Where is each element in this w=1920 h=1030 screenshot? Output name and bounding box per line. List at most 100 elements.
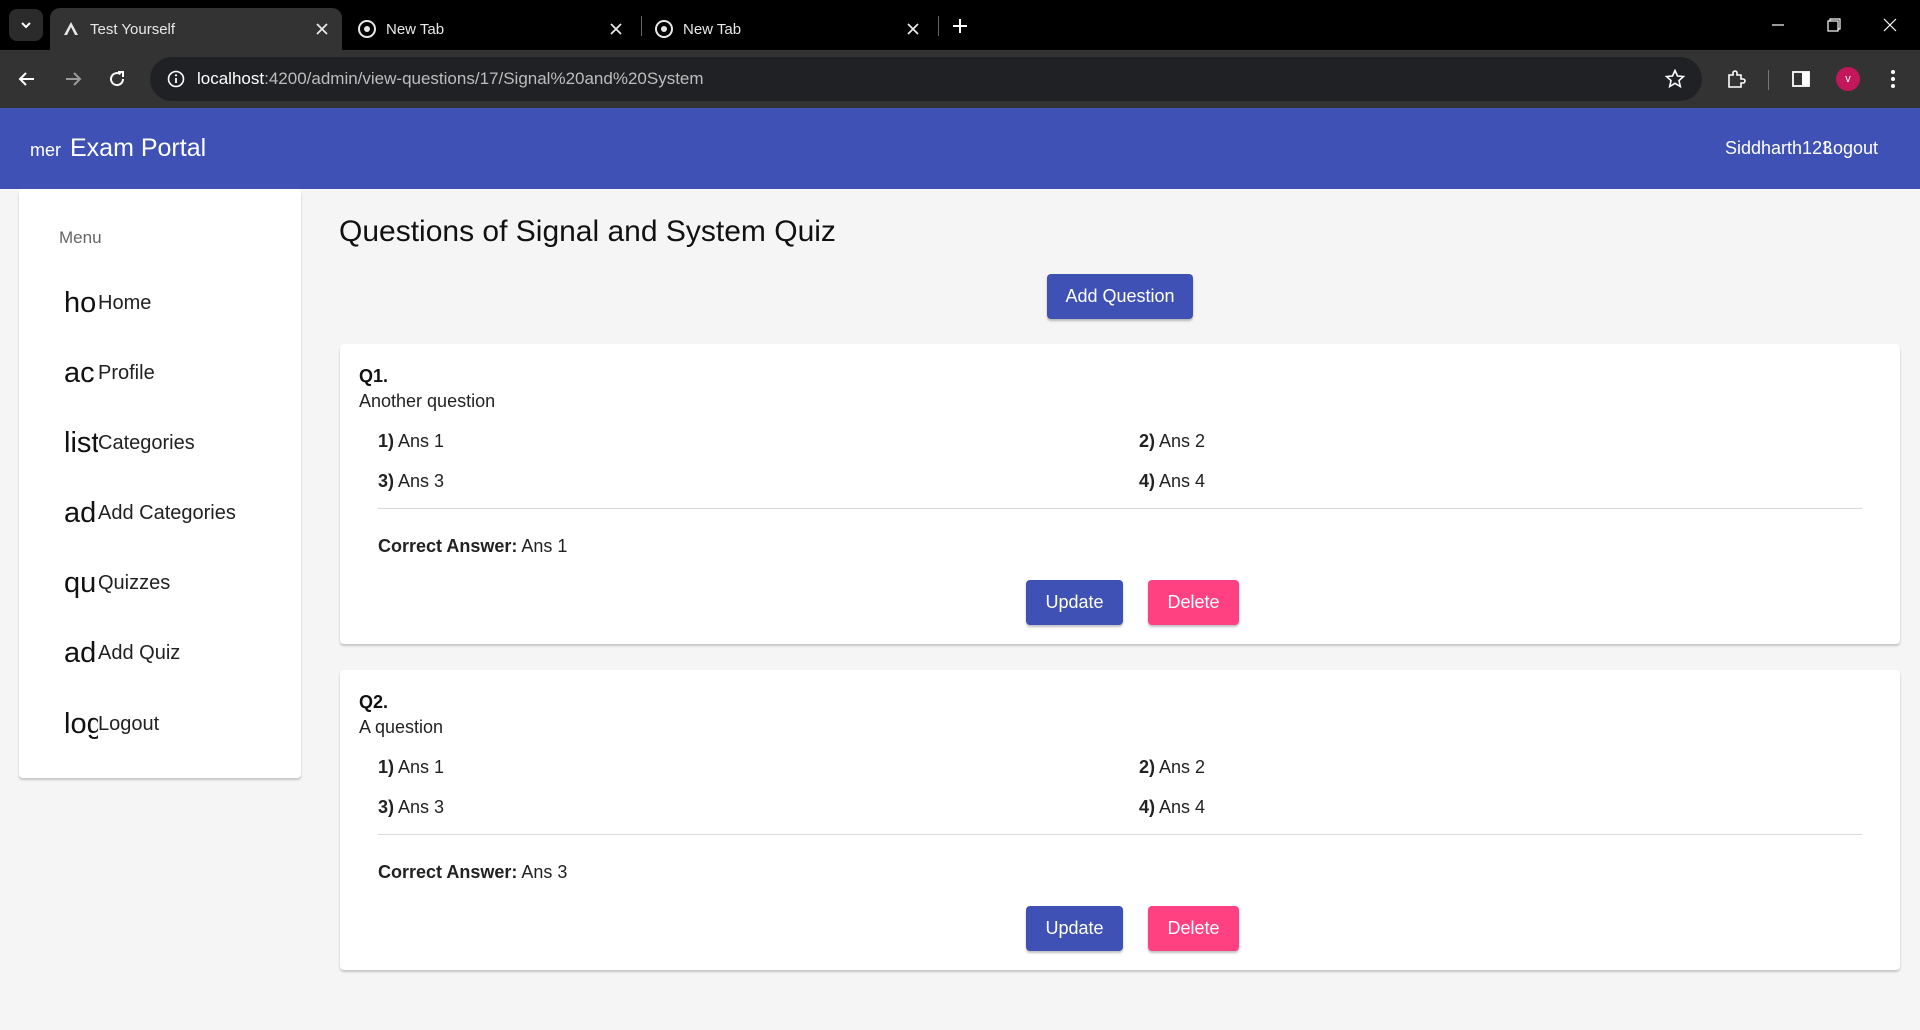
- minimize-icon: [1772, 24, 1784, 26]
- username-link[interactable]: Siddharth123: [1725, 138, 1832, 159]
- option-number: 2): [1139, 757, 1156, 777]
- option-2: 2) Ans 2: [1139, 431, 1205, 452]
- option-2: 2) Ans 2: [1139, 757, 1205, 778]
- tab-separator: [938, 16, 939, 36]
- plus-icon: [953, 19, 967, 33]
- minimize-button[interactable]: [1750, 0, 1806, 50]
- address-bar[interactable]: localhost:4200/admin/view-questions/17/S…: [150, 57, 1702, 101]
- url-host: localhost: [197, 69, 265, 88]
- option-number: 2): [1139, 431, 1156, 451]
- question-text: A question: [359, 717, 444, 737]
- menu-icon[interactable]: mer: [30, 140, 61, 161]
- sidebar-item-home[interactable]: ho Home: [64, 283, 294, 323]
- question-number: Q2.: [359, 692, 389, 712]
- sidebar-item-label: Categories: [98, 431, 195, 454]
- tab-search-button[interactable]: [9, 9, 43, 41]
- app-header: mer Exam Portal Siddharth123 Logout: [0, 108, 1920, 189]
- home-icon: ho: [64, 286, 97, 319]
- arrow-right-icon: [66, 72, 82, 86]
- option-number: 1): [378, 757, 395, 777]
- account-icon: ac: [64, 356, 95, 389]
- tab-title: New Tab: [683, 20, 742, 38]
- sidebar-item-label: Quizzes: [98, 571, 171, 594]
- close-window-button[interactable]: [1862, 0, 1918, 50]
- delete-button[interactable]: Delete: [1148, 906, 1239, 951]
- new-tab-button[interactable]: [946, 12, 974, 40]
- close-icon: [1883, 18, 1897, 32]
- sidebar-item-logout[interactable]: log Logout: [64, 704, 294, 744]
- update-button[interactable]: Update: [1026, 906, 1123, 951]
- site-info-icon[interactable]: [165, 68, 187, 90]
- tab-title: New Tab: [386, 20, 445, 38]
- url-text: localhost:4200/admin/view-questions/17/S…: [197, 69, 704, 89]
- restore-icon: [1827, 18, 1841, 32]
- correct-answer-label: Correct Answer:: [378, 536, 518, 556]
- sidebar-item-label: Add Quiz: [98, 641, 181, 664]
- sidebar-item-label: Add Categories: [98, 501, 236, 524]
- option-1: 1) Ans 1: [378, 757, 444, 778]
- browser-menu-button[interactable]: [1876, 62, 1910, 96]
- sidebar-item-categories[interactable]: list Categories: [64, 423, 294, 463]
- close-icon[interactable]: [312, 19, 332, 39]
- option-number: 1): [378, 431, 395, 451]
- sidebar-item-add-categories[interactable]: ad Add Categories: [64, 493, 294, 533]
- option-text: Ans 4: [1159, 797, 1206, 817]
- quiz-icon: qu: [64, 566, 97, 599]
- forward-button[interactable]: [56, 62, 90, 96]
- header-logout-link[interactable]: Logout: [1823, 138, 1878, 159]
- list-icon: list: [64, 426, 98, 459]
- option-number: 4): [1139, 797, 1156, 817]
- toolbar-separator: [1768, 70, 1769, 90]
- chevron-down-icon: [21, 22, 31, 29]
- add-question-button[interactable]: Add Question: [1047, 274, 1193, 319]
- option-3: 3) Ans 3: [378, 797, 444, 818]
- option-4: 4) Ans 4: [1139, 797, 1205, 818]
- browser-tab-bar: Test Yourself New Tab New Tab: [0, 0, 1920, 50]
- delete-button[interactable]: Delete: [1148, 580, 1239, 625]
- angular-favicon-icon: [62, 20, 80, 38]
- tab-separator: [641, 16, 642, 36]
- option-text: Ans 1: [398, 757, 445, 777]
- question-card: Q1. Another question 1) Ans 1 2) Ans 2 3…: [340, 344, 1900, 644]
- tab-title: Test Yourself: [90, 20, 176, 38]
- side-panel-icon: [1792, 71, 1810, 87]
- sidebar-item-label: Home: [98, 291, 152, 314]
- kebab-menu-icon: [1891, 70, 1895, 88]
- reload-icon: [110, 71, 125, 87]
- puzzle-icon: [1728, 70, 1746, 88]
- add-icon: ad: [64, 496, 97, 529]
- option-text: Ans 2: [1159, 757, 1206, 777]
- close-icon[interactable]: [903, 19, 923, 39]
- tab-new-tab-1[interactable]: New Tab: [346, 8, 636, 50]
- sidebar-item-profile[interactable]: ac Profile: [64, 353, 294, 393]
- url-path: :4200/admin/view-questions/17/Signal%20a…: [264, 69, 704, 88]
- sidebar-item-label: Profile: [98, 361, 155, 384]
- logout-icon: log: [64, 707, 98, 740]
- option-text: Ans 2: [1159, 431, 1206, 451]
- option-number: 4): [1139, 471, 1156, 491]
- correct-answer-label: Correct Answer:: [378, 862, 518, 882]
- option-1: 1) Ans 1: [378, 431, 444, 452]
- sidebar-title: Menu: [59, 228, 102, 247]
- sidebar-item-quizzes[interactable]: qu Quizzes: [64, 563, 294, 603]
- option-text: Ans 3: [398, 797, 445, 817]
- update-button[interactable]: Update: [1026, 580, 1123, 625]
- extensions-button[interactable]: [1719, 62, 1753, 96]
- correct-answer: Correct Answer: Ans 1: [378, 536, 567, 557]
- sidebar-item-add-quiz[interactable]: ad Add Quiz: [64, 633, 294, 673]
- back-button[interactable]: [10, 62, 44, 96]
- question-card: Q2. A question 1) Ans 1 2) Ans 2 3) Ans …: [340, 670, 1900, 970]
- side-panel-button[interactable]: [1784, 62, 1818, 96]
- brand-title: Exam Portal: [70, 134, 207, 162]
- tab-test-yourself[interactable]: Test Yourself: [50, 8, 342, 50]
- correct-answer: Correct Answer: Ans 3: [378, 862, 567, 883]
- restore-button[interactable]: [1806, 0, 1862, 50]
- browser-toolbar: localhost:4200/admin/view-questions/17/S…: [0, 50, 1920, 108]
- reload-button[interactable]: [100, 62, 134, 96]
- profile-button[interactable]: v: [1831, 62, 1865, 96]
- close-icon[interactable]: [606, 19, 626, 39]
- chrome-icon: [358, 20, 376, 38]
- bookmark-star-icon[interactable]: [1664, 68, 1686, 90]
- question-text: Another question: [359, 391, 496, 411]
- tab-new-tab-2[interactable]: New Tab: [643, 8, 933, 50]
